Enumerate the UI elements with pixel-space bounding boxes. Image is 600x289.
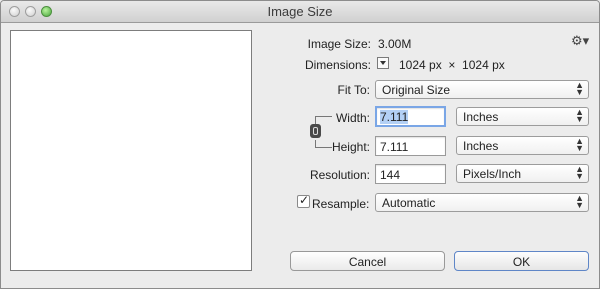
resample-checkbox[interactable] [297,193,310,208]
fit-to-select[interactable]: Original Size ▲ ▼ [375,80,589,99]
resample-label: Resample: [312,197,370,211]
image-preview [10,30,252,271]
title-bar: Image Size [1,1,599,23]
resolution-unit-select[interactable]: Pixels/Inch ▲ ▼ [456,164,589,183]
width-input[interactable]: 7.111 [375,106,446,127]
image-size-label: Image Size: [307,37,371,51]
resolution-value: 144 [380,168,401,182]
height-unit-value: Inches [463,139,499,153]
height-input[interactable]: 7.111 [375,136,446,156]
resolution-label: Resolution: [309,168,370,182]
dimensions-dropdown-icon[interactable] [377,57,389,69]
image-size-value: 3.00M [378,37,412,51]
width-value: 7.111 [380,110,409,124]
resolution-unit-value: Pixels/Inch [463,167,522,181]
resample-select[interactable]: Automatic ▲ ▼ [375,193,589,212]
chain-link-icon[interactable] [310,124,321,138]
select-arrows-icon: ▲ ▼ [575,136,584,153]
width-unit-select[interactable]: Inches ▲ ▼ [456,107,589,126]
select-arrows-icon: ▲ ▼ [575,193,584,210]
resolution-input[interactable]: 144 [375,164,446,184]
cancel-button[interactable]: Cancel [290,251,445,271]
fit-to-label: Fit To: [337,83,370,97]
dimensions-value: 1024 px × 1024 px [399,58,505,72]
window-title: Image Size [267,4,333,19]
select-arrows-icon: ▲ ▼ [575,107,584,124]
width-unit-value: Inches [463,110,499,124]
dimensions-label: Dimensions: [304,58,371,72]
height-value: 7.111 [380,140,409,154]
fit-to-value: Original Size [382,83,451,97]
select-arrows-icon: ▲ ▼ [575,164,584,181]
link-bracket-top [315,116,332,124]
height-label: Height: [331,140,370,154]
height-unit-select[interactable]: Inches ▲ ▼ [456,136,589,155]
gear-icon[interactable]: ⚙▾ [571,33,589,49]
resample-value: Automatic [382,196,436,210]
image-size-dialog: Image Size Image Size: 3.00M ⚙▾ Dimensio… [0,0,600,289]
ok-button[interactable]: OK [454,251,589,271]
select-arrows-icon: ▲ ▼ [575,80,584,97]
